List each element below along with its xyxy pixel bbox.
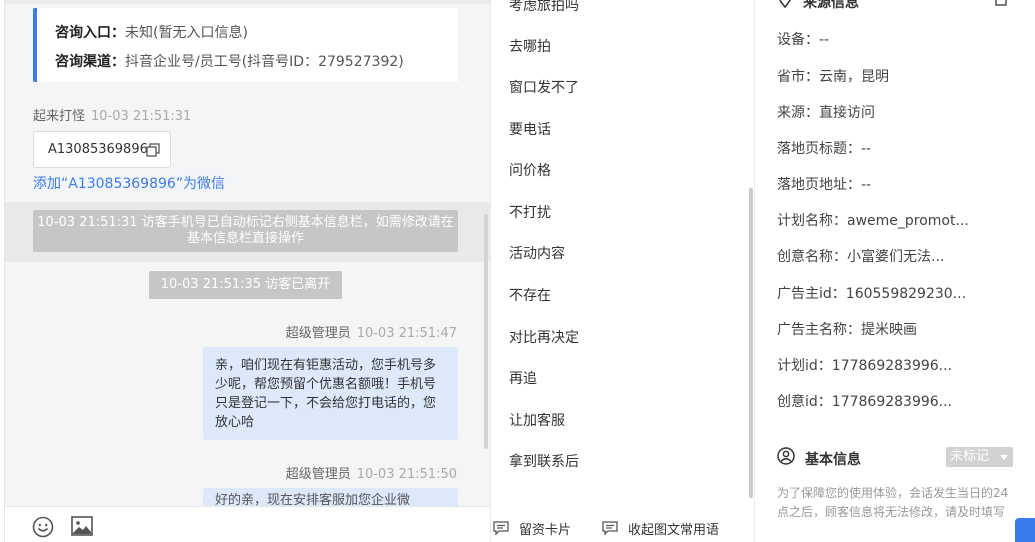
info-label: 省市： xyxy=(777,69,819,85)
info-label: 计划id： xyxy=(777,358,832,374)
phrase-scrollbar[interactable] xyxy=(749,188,753,498)
basic-info-hint: 为了保障您的使用体验，会话发生当日的24点之后，顾客信息将无法修改，请及时填写 xyxy=(777,486,1009,519)
info-value: 160559829230... xyxy=(845,286,967,302)
info-label: 创意id： xyxy=(777,394,832,410)
system-message-sender: 起来打怪 xyxy=(33,109,86,124)
info-value: -- xyxy=(861,177,872,193)
phrase-collapse-icon xyxy=(602,521,618,535)
chevron-down-icon xyxy=(1000,455,1008,460)
basic-info-title: 基本信息 xyxy=(805,452,861,468)
info-row-creative-name: 创意名称：小富婆们无法... xyxy=(777,246,982,266)
info-label: 创意名称： xyxy=(777,249,847,265)
info-label: 计划名称： xyxy=(777,213,847,229)
system-message-meta: 起来打怪 10-03 21:51:31 xyxy=(33,105,191,124)
info-value: 177869283996... xyxy=(831,358,953,374)
mark-status-value: 未标记 xyxy=(950,449,990,464)
user-icon xyxy=(777,447,795,465)
info-row-creative-id: 创意id：177869283996... xyxy=(777,391,982,411)
emoji-icon[interactable] xyxy=(32,516,54,538)
card-icon xyxy=(493,521,509,535)
info-row-advertiser-name: 广告主名称：提米映画 xyxy=(777,319,982,339)
info-value: 177869283996... xyxy=(831,394,953,410)
info-value: -- xyxy=(861,141,872,157)
edit-icon[interactable] xyxy=(995,0,1007,6)
phrase-item[interactable]: 不存在 xyxy=(509,285,551,305)
phrase-item[interactable]: 去哪拍 xyxy=(509,36,551,56)
chat-input-toolbar xyxy=(5,506,490,542)
agent-message-bubble: 亲，咱们现在有钜惠活动，您手机号多少呢，帮您预留个优惠名额哦！手机号只是登记一下… xyxy=(203,347,458,440)
visitor-id-value: A13085369896 xyxy=(48,142,148,157)
image-icon[interactable] xyxy=(71,516,93,536)
phrase-item[interactable]: 再追 xyxy=(509,368,537,388)
info-value: 提米映画 xyxy=(861,322,917,338)
lead-card-button[interactable]: 留资卡片 xyxy=(519,519,571,538)
info-label: 广告主名称： xyxy=(777,322,861,338)
info-value: 云南，昆明 xyxy=(819,69,889,85)
agent-message-time: 10-03 21:51:47 xyxy=(356,326,457,341)
agent-message-meta: 超级管理员 10-03 21:51:50 xyxy=(286,463,457,482)
info-value: 小富婆们无法... xyxy=(847,249,945,265)
copy-icon[interactable] xyxy=(146,143,160,157)
consult-channel-value: 抖音企业号/员工号(抖音号ID：279527392) xyxy=(125,54,404,70)
location-pin-icon xyxy=(779,0,791,8)
phrase-item[interactable]: 考虑旅拍吗 xyxy=(509,0,579,15)
info-row-region: 省市：云南，昆明 xyxy=(777,66,982,86)
info-row-landing-url: 落地页地址：-- xyxy=(777,174,982,194)
info-row-device: 设备：-- xyxy=(777,29,982,49)
phrase-item[interactable]: 拿到联系后 xyxy=(509,451,579,471)
visitor-id-box[interactable]: A13085369896 xyxy=(33,131,171,168)
floating-widget-button[interactable] xyxy=(1015,518,1035,542)
add-wechat-link[interactable]: 添加“A13085369896”为微信 xyxy=(33,173,225,193)
agent-message-sender: 超级管理员 xyxy=(285,326,351,341)
consult-channel-row: 咨询渠道：抖音企业号/员工号(抖音号ID：279527392) xyxy=(55,51,404,71)
consult-entrance-label: 咨询入口： xyxy=(55,25,125,41)
consult-entrance-value: 未知(暂无入口信息) xyxy=(125,25,248,41)
agent-message-meta: 超级管理员 10-03 21:51:47 xyxy=(286,322,457,341)
consult-entry-card: 咨询入口：未知(暂无入口信息) 咨询渠道：抖音企业号/员工号(抖音号ID：279… xyxy=(33,8,458,82)
quick-phrase-panel: 考虑旅拍吗 去哪拍 窗口发不了 要电话 问价格 不打扰 活动内容 不存在 对比再… xyxy=(490,0,755,542)
consult-entrance-row: 咨询入口：未知(暂无入口信息) xyxy=(55,22,248,42)
agent-message-sender: 超级管理员 xyxy=(285,467,351,482)
info-label: 落地页标题： xyxy=(777,141,861,157)
info-value: -- xyxy=(819,32,830,48)
mark-status-select[interactable]: 未标记 xyxy=(946,447,1013,467)
info-label: 落地页地址： xyxy=(777,177,861,193)
info-label: 来源： xyxy=(777,105,819,121)
info-row-advertiser-id: 广告主id：160559829230... xyxy=(777,283,982,303)
phrase-item[interactable]: 不打扰 xyxy=(509,202,551,222)
chat-panel: 咨询入口：未知(暂无入口信息) 咨询渠道：抖音企业号/员工号(抖音号ID：279… xyxy=(4,0,490,542)
chat-top-edge xyxy=(5,0,490,4)
phrase-item[interactable]: 要电话 xyxy=(509,119,551,139)
consult-channel-label: 咨询渠道： xyxy=(55,54,125,70)
phrase-item[interactable]: 让加客服 xyxy=(509,410,565,430)
info-row-landing-title: 落地页标题：-- xyxy=(777,138,982,158)
auto-mark-system-note: 10-03 21:51:31 访客手机号已自动标记右侧基本信息栏，如需修改请在基… xyxy=(33,210,458,252)
info-row-source: 来源：直接访问 xyxy=(777,102,982,122)
info-label: 设备： xyxy=(777,32,819,48)
info-value: aweme_promot... xyxy=(847,213,969,229)
visitor-left-system-note: 10-03 21:51:35 访客已离开 xyxy=(149,271,342,299)
info-value: 直接访问 xyxy=(819,105,875,121)
chat-bottom-actions: 留资卡片 收起图文常用语 xyxy=(491,506,754,542)
system-message-time: 10-03 21:51:31 xyxy=(91,109,192,124)
source-info-title: 来源信息 xyxy=(803,0,859,11)
agent-message-time: 10-03 21:51:50 xyxy=(356,467,457,482)
chat-scrollbar[interactable] xyxy=(484,214,488,449)
phrase-item[interactable]: 问价格 xyxy=(509,160,551,180)
phrase-item[interactable]: 活动内容 xyxy=(509,243,565,263)
phrase-item[interactable]: 对比再决定 xyxy=(509,327,579,347)
info-row-plan-name: 计划名称：aweme_promot... xyxy=(777,210,982,230)
info-label: 广告主id： xyxy=(777,286,846,302)
phrase-item[interactable]: 窗口发不了 xyxy=(509,77,579,97)
info-row-plan-id: 计划id：177869283996... xyxy=(777,355,982,375)
collapse-phrases-button[interactable]: 收起图文常用语 xyxy=(628,519,719,538)
visitor-info-panel: 来源信息 设备：-- 省市：云南，昆明 来源：直接访问 落地页标题：-- 落地页… xyxy=(755,0,1035,542)
